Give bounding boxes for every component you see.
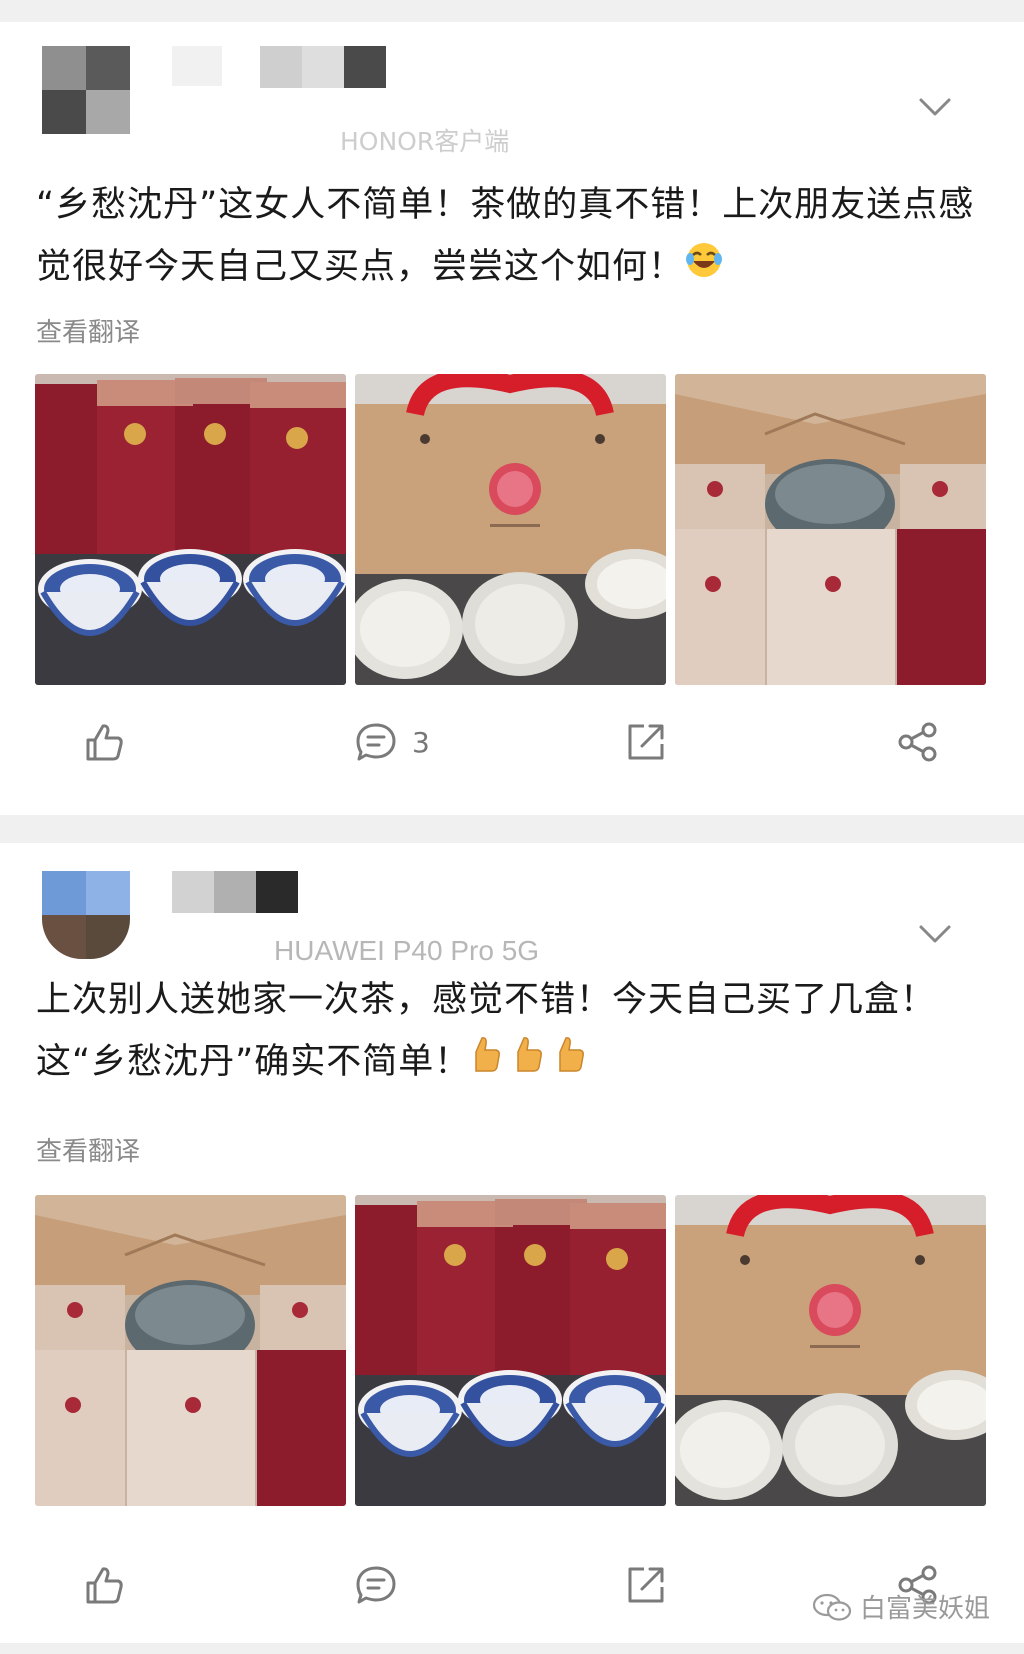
watermark-text: 白富美妖姐 [859, 1594, 990, 1624]
post-photo[interactable] [35, 374, 346, 685]
username-mosaic[interactable] [172, 871, 298, 913]
post-text: 上次别人送她家一次茶，感觉不错！今天自己买了几盒！这“乡愁沈丹”确实不简单！ [36, 969, 984, 1094]
thumbs-up-icon [86, 1567, 123, 1604]
photo-grid [35, 1195, 986, 1506]
username-blur [172, 46, 222, 86]
photo-grid [35, 374, 986, 685]
post-text: “乡愁沈丹”这女人不简单！茶做的真不错！上次朋友送点感觉很好今天自己又买点，尝尝… [36, 174, 984, 299]
post-photo[interactable] [35, 1195, 346, 1506]
view-translation-link[interactable]: 查看翻译 [36, 1131, 140, 1168]
chevron-down-icon[interactable] [918, 923, 952, 945]
comment-button[interactable]: 3 [354, 720, 430, 764]
wechat-watermark: 白富美妖姐 [812, 1588, 990, 1625]
comment-icon [356, 723, 396, 761]
action-bar: 3 [0, 720, 1024, 780]
repost-icon [628, 724, 664, 760]
chevron-down-icon[interactable] [918, 96, 952, 118]
repost-icon [628, 1567, 664, 1603]
like-button[interactable] [82, 720, 126, 764]
post-text-content: “乡愁沈丹”这女人不简单！茶做的真不错！上次朋友送点感觉很好今天自己又买点，尝尝… [36, 185, 975, 287]
repost-button[interactable] [624, 720, 668, 764]
avatar[interactable] [42, 46, 130, 134]
username-mosaic[interactable] [260, 46, 386, 88]
laughing-tears-emoji-icon [684, 237, 724, 299]
comment-count: 3 [412, 725, 430, 759]
thumbs-up-icon [86, 724, 123, 761]
post-source: HONOR客户端 [340, 127, 510, 156]
thumbs-up-emoji-icon [470, 1032, 594, 1094]
post-source: HUAWEI P40 Pro 5G [274, 935, 540, 966]
share-icon [898, 722, 937, 762]
post-photo[interactable] [355, 374, 666, 685]
post-photo[interactable] [675, 374, 986, 685]
repost-button[interactable] [624, 1563, 668, 1607]
post-card: HUAWEI P40 Pro 5G 上次别人送她家一次茶，感觉不错！今天自己买了… [0, 843, 1024, 1643]
share-button[interactable] [896, 720, 940, 764]
post-card: HONOR客户端 “乡愁沈丹”这女人不简单！茶做的真不错！上次朋友送点感觉很好今… [0, 22, 1024, 815]
wechat-icon [812, 1593, 852, 1621]
like-button[interactable] [82, 1563, 126, 1607]
post-photo[interactable] [675, 1195, 986, 1506]
weibo-feed: HONOR客户端 “乡愁沈丹”这女人不简单！茶做的真不错！上次朋友送点感觉很好今… [0, 0, 1024, 1654]
comment-icon [356, 1566, 396, 1604]
view-translation-link[interactable]: 查看翻译 [36, 312, 140, 349]
avatar[interactable] [42, 871, 130, 959]
comment-button[interactable] [354, 1563, 398, 1607]
post-photo[interactable] [355, 1195, 666, 1506]
